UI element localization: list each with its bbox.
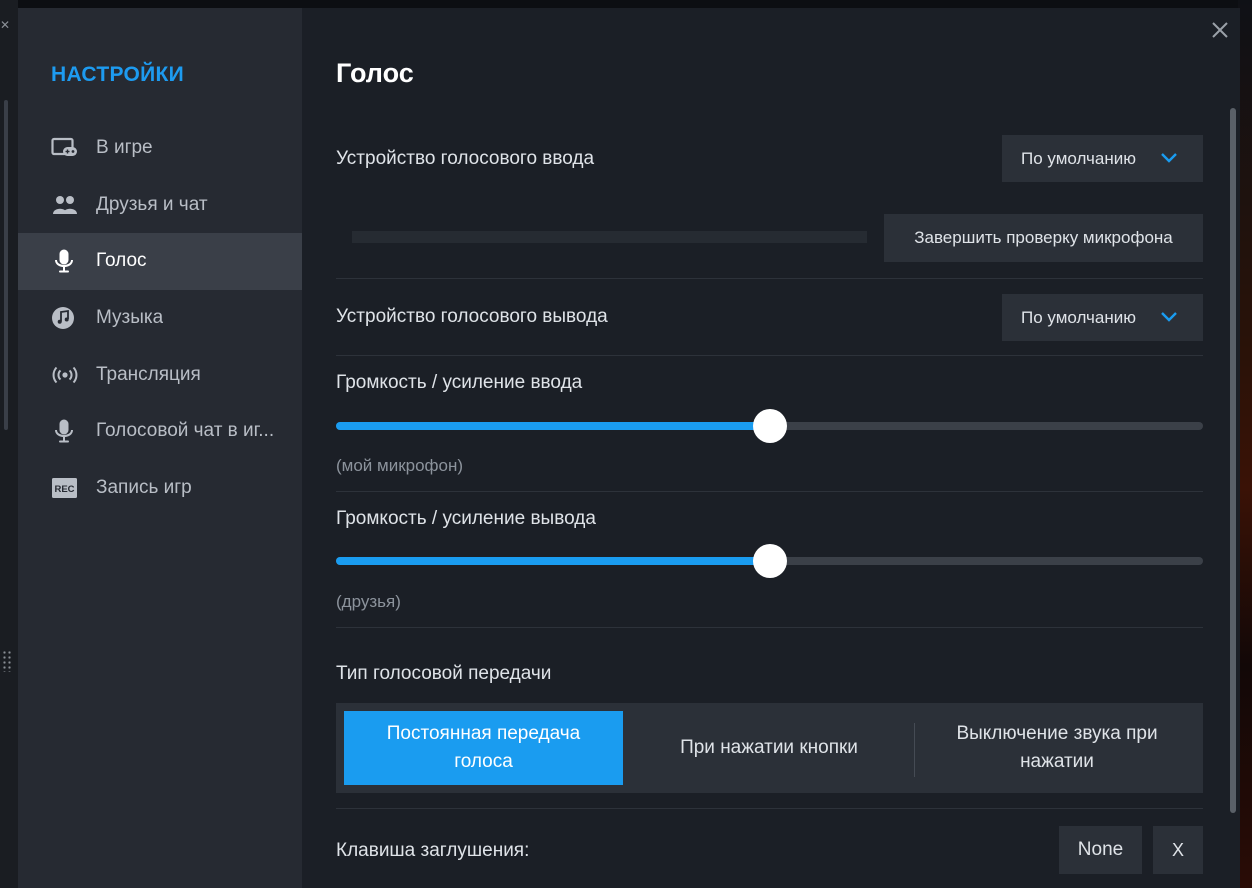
input-volume-label: Громкость / усиление ввода: [336, 372, 583, 393]
sidebar-nav: В игре Друзья и чат Голос Музыка Трансля…: [18, 120, 302, 516]
mute-key-value: None: [1077, 839, 1124, 860]
sidebar-item-music[interactable]: Музыка: [18, 290, 302, 347]
mute-key-label: Клавиша заглушения:: [336, 840, 530, 861]
transmission-type-selector: Постоянная передача голоса При нажатии к…: [336, 703, 1203, 793]
input-volume-sublabel: (мой микрофон): [336, 456, 464, 475]
background-right-strip: [1238, 0, 1252, 888]
voice-output-value: По умолчанию: [1021, 307, 1136, 327]
voice-output-label: Устройство голосового вывода: [336, 306, 608, 327]
sidebar-item-in-game[interactable]: В игре: [18, 120, 302, 177]
mute-key-binding-button[interactable]: None: [1059, 826, 1142, 874]
drag-handle-icon: [2, 650, 12, 672]
content-scrollbar[interactable]: [1230, 108, 1236, 813]
divider: [336, 491, 1203, 492]
friends-icon: [51, 193, 81, 217]
sidebar-item-friends-chat[interactable]: Друзья и чат: [18, 177, 302, 234]
voice-input-label: Устройство голосового ввода: [336, 148, 595, 169]
sidebar-item-label: Голосовой чат в иг...: [96, 420, 275, 442]
page-title: Голос: [336, 58, 414, 88]
sidebar-item-ingame-voice-chat[interactable]: Голосовой чат в иг...: [18, 403, 302, 460]
transmission-option-push-to-talk[interactable]: При нажатии кнопки: [626, 711, 912, 785]
sidebar-item-label: Трансляция: [96, 363, 201, 385]
gamepad-window-icon: [51, 136, 81, 160]
finish-mic-test-label: Завершить проверку микрофона: [914, 228, 1173, 247]
divider: [336, 278, 1203, 279]
close-icon: [1212, 22, 1228, 38]
transmission-option-continuous[interactable]: Постоянная передача голоса: [344, 711, 623, 785]
input-volume-slider[interactable]: [336, 408, 1203, 444]
voice-input-dropdown[interactable]: По умолчанию: [1002, 135, 1203, 182]
voice-output-dropdown[interactable]: По умолчанию: [1002, 294, 1203, 341]
sidebar-item-label: Друзья и чат: [96, 193, 208, 215]
clear-mute-key-label: X: [1171, 839, 1184, 860]
clear-mute-key-button[interactable]: X: [1153, 826, 1203, 874]
svg-text:REC: REC: [54, 484, 74, 495]
music-note-icon: [51, 306, 81, 330]
output-volume-sublabel: (друзья): [336, 592, 401, 611]
divider: [336, 355, 1203, 356]
sidebar-item-label: Голос: [96, 250, 147, 272]
sidebar-item-label: Запись игр: [96, 476, 192, 498]
sidebar-scrollbar[interactable]: [4, 100, 8, 430]
segment-separator: [914, 723, 915, 777]
divider: [336, 808, 1203, 809]
rec-icon: REC: [51, 476, 81, 500]
transmission-option-push-to-mute[interactable]: Выключение звука при нажатии: [916, 711, 1198, 785]
chevron-down-icon: [1161, 153, 1177, 163]
output-volume-label: Громкость / усиление вывода: [336, 508, 596, 529]
transmission-type-label: Тип голосовой передачи: [336, 663, 552, 684]
settings-content: Голос Устройство голосового ввода По умо…: [302, 8, 1240, 888]
background-left-strip: ✕: [0, 0, 18, 888]
slider-fill: [336, 557, 770, 565]
sidebar-item-label: Музыка: [96, 307, 164, 329]
sidebar-item-voice[interactable]: Голос: [18, 233, 302, 290]
divider: [336, 627, 1203, 628]
slider-knob[interactable]: [752, 409, 787, 443]
sidebar: НАСТРОЙКИ В игре Друзья и чат Голос Музы…: [4, 8, 302, 888]
background-close-icon: ✕: [0, 18, 11, 32]
microphone-icon: [51, 249, 81, 273]
slider-knob[interactable]: [752, 544, 787, 578]
finish-mic-test-button[interactable]: Завершить проверку микрофона: [884, 214, 1203, 262]
output-volume-slider[interactable]: [336, 543, 1203, 579]
voice-input-value: По умолчанию: [1021, 148, 1136, 168]
sidebar-item-game-recording[interactable]: REC Запись игр: [18, 460, 302, 517]
sidebar-item-label: В игре: [96, 137, 153, 159]
broadcast-icon: [51, 363, 81, 387]
settings-dialog: НАСТРОЙКИ В игре Друзья и чат Голос Музы…: [4, 8, 1240, 888]
slider-fill: [336, 422, 770, 430]
close-button[interactable]: [1210, 20, 1230, 40]
chevron-down-icon: [1161, 312, 1177, 322]
mic-level-meter: [352, 231, 867, 243]
sidebar-item-broadcast[interactable]: Трансляция: [18, 346, 302, 403]
sidebar-title: НАСТРОЙКИ: [51, 63, 185, 86]
microphone-icon: [51, 419, 81, 443]
